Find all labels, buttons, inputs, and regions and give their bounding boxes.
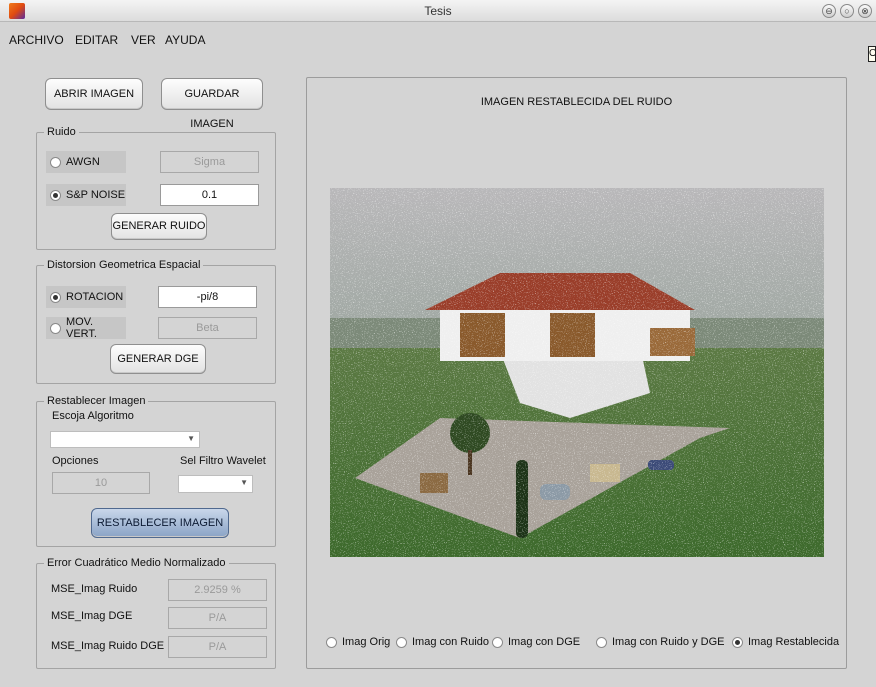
mse-dge-value: P/A (168, 607, 267, 629)
image-title: IMAGEN RESTABLECIDA DEL RUIDO (480, 96, 673, 108)
radio-on-icon (50, 291, 61, 303)
view-orig-radio[interactable]: Imag Orig (326, 636, 390, 648)
sp-noise-label: S&P NOISE (66, 189, 126, 201)
rotation-radio[interactable]: ROTACION (46, 286, 126, 308)
title-bar: Tesis ⊖ ○ ⊗ (0, 0, 876, 22)
algorithm-select[interactable]: ▼ (50, 431, 200, 448)
open-image-button[interactable]: ABRIR IMAGEN (45, 78, 143, 110)
radio-off-icon (396, 636, 407, 648)
options-input[interactable]: 10 (52, 472, 150, 494)
error-panel-title: Error Cuadrático Medio Normalizado (44, 557, 229, 569)
view-noise-dge-radio[interactable]: Imag con Ruido y DGE (596, 636, 725, 648)
awgn-radio[interactable]: AWGN (46, 151, 126, 173)
mse-noise-label: MSE_Imag Ruido (51, 583, 138, 595)
view-noise-label: Imag con Ruido (412, 636, 490, 648)
menu-ver[interactable]: VER (131, 33, 156, 47)
radio-on-icon (50, 189, 61, 201)
radio-off-icon (50, 156, 61, 168)
sigma-input[interactable]: Sigma (160, 151, 259, 173)
generate-dge-button[interactable]: GENERAR DGE (110, 344, 206, 374)
wavelet-select[interactable]: ▼ (178, 475, 253, 493)
view-restored-label: Imag Restablecida (748, 636, 840, 648)
chevron-down-icon: ▼ (240, 478, 248, 487)
maximize-icon[interactable]: ○ (840, 4, 854, 18)
wavelet-label: Sel Filtro Wavelet (180, 455, 266, 467)
vertical-move-radio[interactable]: MOV. VERT. (46, 316, 126, 340)
view-noise-radio[interactable]: Imag con Ruido (396, 636, 489, 648)
save-image-button[interactable]: GUARDAR IMAGEN (161, 78, 263, 130)
dge-panel-title: Distorsion Geometrica Espacial (44, 259, 204, 271)
mse-dge-label: MSE_Imag DGE (51, 610, 133, 622)
view-dge-label: Imag con DGE (508, 636, 581, 648)
vertical-move-label: MOV. VERT. (66, 316, 97, 340)
radio-on-icon (732, 636, 743, 648)
restore-image-button[interactable]: RESTABLECER IMAGEN (91, 508, 229, 538)
options-label: Opciones (52, 455, 99, 467)
menu-editar[interactable]: EDITAR (75, 33, 118, 47)
sp-noise-input[interactable]: 0.1 (160, 184, 259, 206)
window-title: Tesis (424, 4, 452, 18)
menu-ayuda[interactable]: AYUDA (165, 33, 205, 47)
mse-noise-dge-value: P/A (168, 636, 267, 658)
chevron-down-icon: ▼ (187, 434, 195, 443)
menu-bar: ARCHIVO EDITAR VER AYUDA (0, 23, 876, 47)
view-restored-radio[interactable]: Imag Restablecida (732, 636, 839, 648)
window-controls: ⊖ ○ ⊗ (822, 4, 872, 18)
beta-input[interactable]: Beta (158, 317, 257, 339)
view-dge-radio[interactable]: Imag con DGE (492, 636, 580, 648)
radio-off-icon (326, 636, 337, 648)
restored-image (330, 188, 824, 557)
rotation-input[interactable]: -pi/8 (158, 286, 257, 308)
radio-off-icon (596, 636, 607, 648)
sp-noise-radio[interactable]: S&P NOISE (46, 184, 126, 206)
close-icon[interactable]: ⊗ (858, 4, 872, 18)
radio-off-icon (50, 322, 61, 334)
radio-off-icon (492, 636, 503, 648)
view-noise-dge-label: Imag con Ruido y DGE (612, 636, 725, 648)
noise-panel-title: Ruido (44, 126, 79, 138)
restore-panel-title: Restablecer Imagen (44, 395, 149, 407)
menu-archivo[interactable]: ARCHIVO (9, 33, 64, 47)
rotation-label: ROTACION (66, 291, 124, 303)
view-orig-label: Imag Orig (342, 636, 391, 648)
algorithm-label: Escoja Algoritmo (52, 410, 134, 422)
mse-noise-dge-label: MSE_Imag Ruido DGE (51, 640, 165, 652)
tooltip-edge: O (868, 46, 876, 62)
awgn-label: AWGN (66, 156, 100, 168)
minimize-icon[interactable]: ⊖ (822, 4, 836, 18)
mse-noise-value: 2.9259 % (168, 579, 267, 601)
generate-noise-button[interactable]: GENERAR RUIDO (111, 213, 207, 240)
house-image (330, 188, 824, 557)
